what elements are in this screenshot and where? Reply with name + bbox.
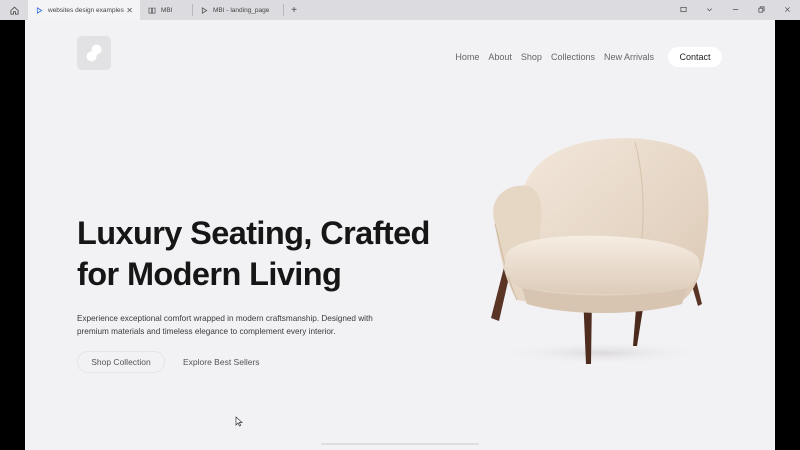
nav-link-home[interactable]: Home	[455, 52, 479, 62]
tab-mbi-landing-page[interactable]: MBI - landing_page	[193, 0, 283, 20]
close-tab-icon[interactable]: ✕	[126, 6, 133, 15]
restore-icon[interactable]	[748, 6, 774, 15]
nav-link-new-arrivals[interactable]: New Arrivals	[604, 52, 654, 62]
window-controls	[670, 0, 800, 20]
minimize-icon[interactable]	[722, 6, 748, 15]
new-tab-button[interactable]: +	[284, 5, 304, 16]
book-icon	[148, 7, 156, 13]
tab-websites-design-examples[interactable]: websites design examples ✕	[28, 0, 140, 20]
home-icon[interactable]	[0, 0, 28, 20]
hero-title-line-1: Luxury Seating, Crafted	[77, 215, 430, 251]
tab-overview-icon[interactable]	[670, 6, 696, 15]
brand-logo[interactable]	[77, 36, 111, 70]
contact-button[interactable]: Contact	[668, 47, 722, 67]
nav-link-shop[interactable]: Shop	[521, 52, 542, 62]
shop-collection-button[interactable]: Shop Collection	[77, 351, 165, 373]
play-icon	[36, 6, 43, 14]
logo-mark-icon	[86, 44, 102, 62]
nav-link-collections[interactable]: Collections	[551, 52, 595, 62]
play-icon	[201, 6, 208, 14]
hero-description: Experience exceptional comfort wrapped i…	[77, 314, 373, 336]
chevron-down-icon[interactable]	[696, 6, 722, 15]
hero-title-line-2: for Modern Living	[77, 256, 342, 292]
tab-label: MBI - landing_page	[213, 6, 270, 14]
armchair-product-image	[491, 138, 709, 365]
hero-title: Luxury Seating, Crafted for Modern Livin…	[77, 213, 437, 295]
browser-tab-bar: websites design examples ✕ MBI MBI - lan…	[0, 0, 800, 20]
landing-page: Home About Shop Collections New Arrivals…	[25, 20, 775, 450]
horizontal-scroll-indicator	[321, 443, 479, 445]
tab-label: websites design examples	[48, 6, 124, 14]
tab-mbi[interactable]: MBI	[140, 0, 192, 20]
tab-label: MBI	[161, 6, 173, 14]
close-window-icon[interactable]	[774, 6, 800, 15]
main-nav: Home About Shop Collections New Arrivals…	[455, 47, 722, 67]
explore-best-sellers-button[interactable]: Explore Best Sellers	[183, 351, 260, 373]
nav-link-about[interactable]: About	[488, 52, 512, 62]
mouse-cursor-icon	[235, 416, 243, 427]
